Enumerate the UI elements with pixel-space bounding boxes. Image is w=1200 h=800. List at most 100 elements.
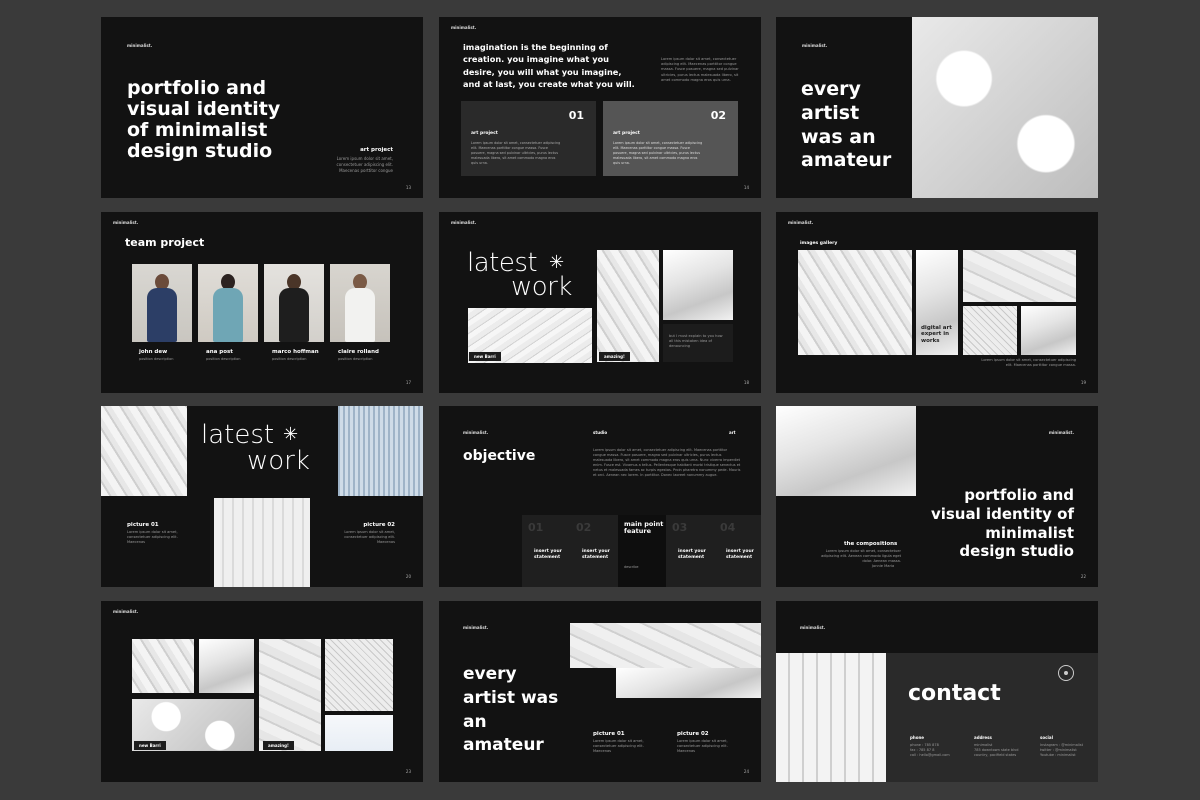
member-role: position description — [139, 357, 174, 361]
architecture-photo — [616, 668, 761, 698]
main-point-title: main point feature — [624, 520, 664, 536]
collage-photo — [132, 639, 194, 693]
photo-tag: new Barri — [134, 741, 166, 750]
social-label: social — [1040, 735, 1053, 740]
brand-logo: minimalist. — [463, 430, 489, 435]
card-number: 02 — [710, 109, 726, 122]
slide-team[interactable]: minimalist. team project john dew positi… — [101, 212, 423, 393]
project-label: art project — [360, 147, 393, 153]
gallery-photo — [1021, 306, 1076, 355]
member-role: position description — [338, 357, 373, 361]
building-photo — [776, 653, 886, 782]
team-photo-john — [132, 264, 192, 342]
member-role: position description — [206, 357, 241, 361]
phone-info: phone : 785 878 fax : 785 87 8 call : he… — [910, 743, 950, 758]
picture-label: picture 02 — [363, 522, 395, 528]
card-label: art project — [471, 131, 498, 136]
slide-gallery[interactable]: minimalist. images gallery digital art e… — [776, 212, 1098, 393]
architecture-photo — [912, 17, 1098, 198]
contact-panel: contact phone phone : 785 878 fax : 785 … — [886, 653, 1098, 782]
brand-logo: minimalist. — [802, 43, 828, 48]
brand-logo: minimalist. — [788, 220, 814, 225]
collage-photo — [259, 639, 321, 751]
slide-portfolio-title[interactable]: minimalist. portfolio and visual identit… — [101, 17, 423, 198]
main-point-sub: describe — [624, 565, 639, 569]
gallery-photo — [963, 306, 1017, 355]
brand-logo: minimalist. — [451, 25, 477, 30]
card-number: 01 — [568, 109, 584, 122]
slide-objective[interactable]: minimalist. studio art objective Lorem i… — [439, 406, 761, 587]
picture-description: Lorem ipsum dolor sit amet, consectetuer… — [344, 530, 395, 545]
target-icon — [1058, 665, 1074, 681]
picture-description: Lorem ipsum dolor sit amet, consectetuer… — [677, 739, 728, 754]
page-number: 24 — [743, 769, 749, 774]
page-number: 17 — [405, 380, 411, 385]
title-work: work — [247, 446, 310, 476]
picture-description: Lorem ipsum dolor sit amet, consectetuer… — [127, 530, 178, 545]
address-label: address — [974, 735, 992, 740]
slide-portfolio-closing[interactable]: minimalist. portfolio and visual identit… — [776, 406, 1098, 587]
statement-card[interactable]: 04 insert your statement — [714, 515, 761, 587]
slide-title: objective — [463, 448, 536, 464]
picture-label: picture 02 — [677, 731, 709, 737]
signature: Jonnie Maria — [872, 564, 895, 568]
statement-text: insert your statement — [678, 549, 706, 560]
intro-text: Lorem ipsum dolor sit amet, consectetuer… — [661, 57, 739, 82]
statement-text: insert your statement — [582, 549, 610, 560]
member-name: marco hoffman — [272, 349, 319, 355]
gallery-photo: digital art expert in works — [916, 250, 958, 355]
slide-collage[interactable]: minimalist. new Barri amazing! 23 — [101, 601, 423, 782]
page-number: 19 — [1080, 380, 1086, 385]
slide-every-artist-2[interactable]: minimalist. every artist was an amateur … — [439, 601, 761, 782]
brand-logo: minimalist. — [463, 625, 489, 630]
photo-tag: amazing! — [599, 352, 630, 361]
gallery-label: images gallery — [800, 241, 838, 246]
project-card-2[interactable]: 02 art project Lorem ipsum dolor sit ame… — [603, 101, 738, 176]
architecture-photo — [663, 250, 733, 320]
slide-latest-work[interactable]: minimalist. latest ✳ work new Barri amaz… — [439, 212, 761, 393]
address-info: minimalist 785 downtown state blvd count… — [974, 743, 1019, 758]
slide-title: portfolio and visual identity of minimal… — [930, 486, 1074, 561]
slide-contact[interactable]: minimalist. contact phone phone : 785 87… — [776, 601, 1098, 782]
statement-card[interactable]: 02 insert your statement — [570, 515, 618, 587]
architecture-photo — [570, 623, 761, 668]
composition-description: Lorem ipsum dolor sit amet, consectetuer… — [821, 549, 901, 564]
corridor-photo — [214, 498, 310, 587]
slide-quote[interactable]: minimalist. imagination is the beginning… — [439, 17, 761, 198]
picture-label: picture 01 — [127, 522, 159, 528]
caption-box: but I must explain to you how all this m… — [663, 324, 733, 362]
project-card-1[interactable]: 01 art project Lorem ipsum dolor sit ame… — [461, 101, 596, 176]
architecture-photo — [597, 250, 659, 362]
collage-photo — [325, 639, 393, 711]
brand-logo: minimalist. — [127, 43, 153, 48]
building-photo — [338, 406, 423, 496]
nav-art[interactable]: art — [729, 430, 736, 435]
page-number: 13 — [405, 185, 411, 190]
contact-title: contact — [908, 681, 1001, 706]
card-description: Lorem ipsum dolor sit amet, consectetuer… — [613, 141, 703, 165]
statement-card[interactable]: 03 insert your statement — [666, 515, 714, 587]
statement-text: insert your statement — [534, 549, 562, 560]
page-number: 14 — [743, 185, 749, 190]
gallery-photo — [963, 250, 1076, 302]
brand-logo: minimalist. — [451, 220, 477, 225]
slide-every-artist[interactable]: minimalist. every artist was an amateur — [776, 17, 1098, 198]
slide-title: every artist was an amateur — [801, 78, 892, 172]
brand-logo: minimalist. — [1048, 430, 1074, 435]
member-name: claire rolland — [338, 349, 379, 355]
member-role: position description — [272, 357, 307, 361]
brand-logo: minimalist. — [113, 609, 139, 614]
statement-text: insert your statement — [726, 549, 754, 560]
main-point-card[interactable]: main point feature describe — [618, 515, 666, 587]
architecture-photo — [101, 406, 187, 496]
slide-latest-work-2[interactable]: latest ✳ work picture 01 Lorem ipsum dol… — [101, 406, 423, 587]
caption-text: but I must explain to you how all this m… — [669, 334, 723, 349]
social-info: Instagram : @minimalist twitter : @minim… — [1040, 743, 1083, 758]
architecture-photo — [776, 406, 916, 496]
nav-studio[interactable]: studio — [593, 430, 607, 435]
card-label: art project — [613, 131, 640, 136]
gallery-caption: digital art expert in works — [921, 325, 952, 344]
page-number: 22 — [1080, 574, 1086, 579]
statement-card[interactable]: 01 insert your statement — [522, 515, 570, 587]
brand-logo: minimalist. — [800, 625, 826, 630]
